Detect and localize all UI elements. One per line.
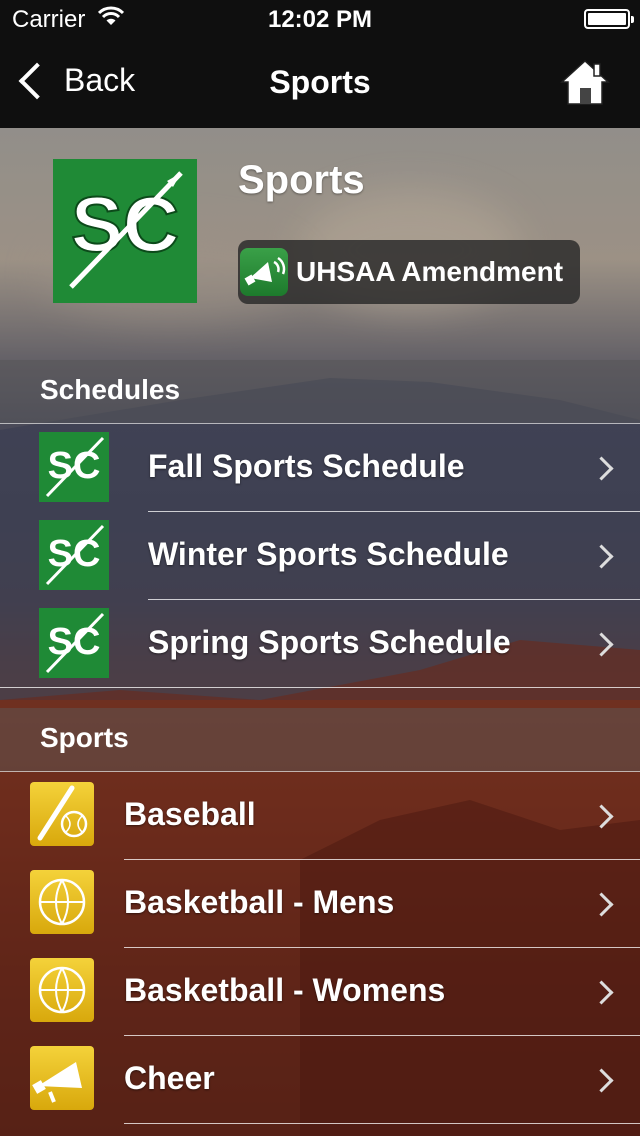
list-item-basketball-mens[interactable]: Basketball - Mens [0, 860, 640, 948]
amendment-label: UHSAA Amendment [296, 256, 564, 287]
clock: 12:02 PM [267, 6, 373, 33]
list-item-cheer[interactable]: Cheer [0, 1036, 640, 1124]
navigation-bar: Back Sports [0, 40, 640, 128]
chevron-right-icon [589, 544, 614, 569]
divider [124, 1123, 640, 1124]
uhsaa-amendment-button[interactable]: UHSAA Amendment [238, 240, 580, 304]
header-title: Sports [238, 158, 365, 202]
chevron-right-icon [589, 980, 614, 1005]
chevron-right-icon [589, 632, 614, 657]
chevron-right-icon [589, 804, 614, 829]
list-item-winter-schedule[interactable]: SC Winter Sports Schedule [0, 512, 640, 600]
row-label: Cheer [124, 1060, 215, 1096]
divider [0, 687, 640, 688]
row-label: Spring Sports Schedule [148, 624, 511, 660]
row-label: Baseball [124, 796, 256, 832]
list-item-fall-schedule[interactable]: SC Fall Sports Schedule [0, 424, 640, 512]
basketball-icon [30, 870, 94, 934]
chevron-right-icon [589, 1068, 614, 1093]
list-item-baseball[interactable]: Baseball [0, 772, 640, 860]
megaphone-icon [30, 1046, 94, 1110]
chevron-right-icon [589, 456, 614, 481]
home-icon[interactable] [560, 58, 610, 106]
school-logo-icon: SC [39, 432, 109, 502]
school-logo-icon: SC [39, 608, 109, 678]
school-logo: SC [53, 159, 197, 303]
status-bar: Carrier 12:02 PM [0, 0, 640, 40]
row-label: Winter Sports Schedule [148, 536, 509, 572]
list-item-basketball-womens[interactable]: Basketball - Womens [0, 948, 640, 1036]
page-header: SC Sports UHSAA Amendment [0, 128, 640, 360]
row-label: Fall Sports Schedule [148, 448, 465, 484]
baseball-icon [30, 782, 94, 846]
section-header-schedules: Schedules [0, 360, 640, 424]
list-item-spring-schedule[interactable]: SC Spring Sports Schedule [0, 600, 640, 688]
section-header-sports: Sports [0, 708, 640, 772]
basketball-icon [30, 958, 94, 1022]
school-logo-icon: SC [39, 520, 109, 590]
chevron-right-icon [589, 892, 614, 917]
megaphone-icon [240, 248, 288, 296]
row-label: Basketball - Mens [124, 884, 395, 920]
battery-icon [584, 9, 634, 29]
row-label: Basketball - Womens [124, 972, 446, 1008]
nav-title: Sports [269, 64, 371, 100]
